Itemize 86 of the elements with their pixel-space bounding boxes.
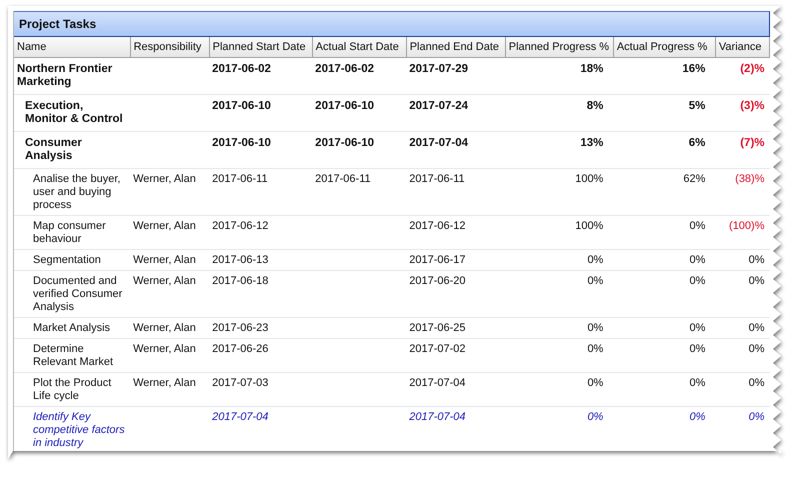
table-cell: 0% (587, 322, 604, 334)
table-cell: 2017-06-20 (409, 275, 466, 287)
column-header[interactable]: Planned Progress % (505, 37, 614, 58)
table-cell: 0% (690, 220, 706, 232)
table-cell: 2017-06-11 (212, 173, 268, 185)
table-cell: 2017-07-04 (409, 377, 466, 389)
variance-value: 0% (748, 275, 764, 287)
table-cell: Werner, Alan (133, 322, 196, 334)
table-cell: 2017-06-11 (315, 173, 371, 185)
table-cell: 2017-07-04 (409, 137, 468, 149)
table-cell: Werner, Alan (133, 254, 196, 266)
table-cell: Werner, Alan (133, 220, 196, 232)
table-cell: 0% (587, 343, 604, 355)
variance-value: 0% (748, 343, 764, 355)
table-cell: Werner, Alan (133, 343, 196, 355)
column-header[interactable]: Actual Progress % (613, 37, 716, 58)
task-name: Northern Frontier Marketing (17, 63, 112, 88)
table-cell: Werner, Alan (133, 275, 196, 287)
table-cell: 2017-06-26 (212, 343, 268, 355)
table-cell: 0% (690, 275, 706, 287)
variance-value: (2)% (740, 63, 764, 75)
task-name: Map consumer behaviour (33, 220, 106, 245)
table-cell: 62% (683, 173, 706, 185)
table-cell: Werner, Alan (133, 377, 196, 389)
column-header[interactable]: Variance (715, 37, 770, 58)
table-cell: 2017-06-02 (315, 63, 374, 75)
variance-value: 0% (748, 254, 764, 266)
table-cell: 13% (580, 137, 604, 149)
task-name: Documented and verified Consumer Analysis (33, 275, 122, 313)
column-header[interactable]: Actual Start Date (312, 37, 406, 58)
variance-value: (38)% (735, 173, 764, 185)
table-cell: 0% (690, 343, 706, 355)
task-name: Execution, Monitor & Control (25, 100, 123, 125)
task-name: Segmentation (33, 254, 101, 266)
table-cell: 16% (682, 63, 706, 75)
table-cell: 2017-06-23 (212, 322, 268, 334)
table-cell: 2017-06-18 (212, 275, 268, 287)
variance-value: 0% (748, 377, 764, 389)
table-cell: 0% (690, 254, 706, 266)
table-cell: 2017-06-10 (212, 137, 271, 149)
table-cell: 6% (688, 137, 706, 149)
table-cell: 100% (575, 173, 604, 185)
table-cell: 2017-06-12 (409, 220, 466, 232)
table-cell: Werner, Alan (133, 173, 196, 185)
column-header[interactable]: Planned Start Date (209, 37, 312, 58)
table-cell: 5% (688, 100, 706, 112)
table-cell: 2017-06-10 (212, 100, 271, 112)
table-cell: 0% (690, 411, 706, 423)
table-cell: 18% (580, 63, 604, 75)
table-cell: 0% (690, 377, 706, 389)
table-cell: 2017-06-02 (212, 63, 271, 75)
table-cell: 2017-07-04 (409, 411, 466, 423)
variance-value: (100)% (729, 220, 764, 232)
table-cell: 0% (690, 322, 706, 334)
table-cell: 2017-07-04 (212, 411, 268, 423)
task-name: Analise the buyer, user and buying process (33, 173, 120, 211)
task-name: Plot the Product Life cycle (33, 377, 112, 402)
table-cell: 2017-06-12 (212, 220, 268, 232)
panel-title: Project Tasks (19, 17, 96, 31)
task-name: Market Analysis (33, 322, 110, 334)
table-cell: 0% (587, 377, 604, 389)
variance-value: 0% (748, 322, 764, 334)
table-cell: 0% (587, 254, 604, 266)
column-header[interactable]: Responsibility (130, 37, 210, 58)
table-cell: 2017-07-02 (409, 343, 466, 355)
column-header[interactable]: Name (14, 37, 130, 58)
table-cell: 2017-06-11 (409, 173, 465, 185)
table-cell: 2017-07-24 (409, 100, 468, 112)
table-cell: 2017-06-10 (315, 100, 374, 112)
variance-value: 0% (748, 411, 764, 423)
table-cell: 100% (575, 220, 604, 232)
table-cell: 0% (587, 411, 604, 423)
task-name: Consumer Analysis (25, 137, 82, 162)
table-cell: 2017-06-13 (212, 254, 268, 266)
table-cell: 0% (587, 275, 604, 287)
task-name: Identify Key competitive factors in industry (33, 411, 125, 449)
table-cell: 2017-06-10 (315, 137, 374, 149)
table-cell: 2017-06-17 (409, 254, 466, 266)
task-name: Determine Relevant Market (33, 343, 114, 368)
variance-value: (3)% (740, 100, 764, 112)
table-cell: 8% (586, 100, 604, 112)
column-header[interactable]: Planned End Date (406, 37, 506, 58)
table-cell: 2017-07-29 (409, 63, 468, 75)
variance-value: (7)% (740, 137, 764, 149)
table-cell: 2017-07-03 (212, 377, 268, 389)
table-cell: 2017-06-25 (409, 322, 466, 334)
